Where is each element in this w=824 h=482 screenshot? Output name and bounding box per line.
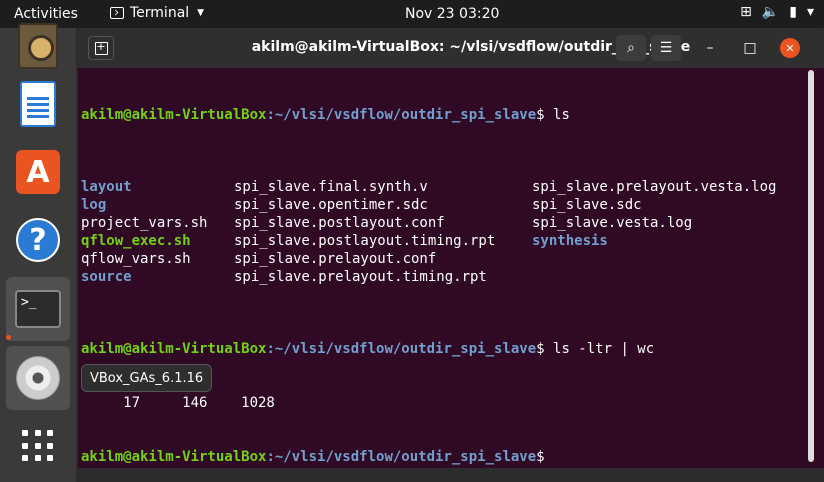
scrollbar[interactable]: [808, 70, 814, 462]
file-entry: qflow_exec.sh: [81, 233, 191, 249]
search-button[interactable]: ⌕: [616, 35, 646, 61]
file-entry: spi_slave.postlayout.conf: [234, 215, 445, 231]
dock-item-software[interactable]: A: [6, 140, 70, 204]
listing-row: project_vars.sh spi_slave.postlayout.conf…: [81, 214, 801, 232]
running-indicator: [6, 335, 11, 340]
file-entry: qflow_vars.sh: [81, 251, 191, 267]
search-icon: ⌕: [627, 40, 635, 56]
speaker-icon: [18, 23, 58, 69]
network-icon: ⊞: [740, 4, 752, 20]
desktop-tooltip: VBox_GAs_6.1.16: [81, 364, 213, 392]
prompt-line: akilm@akilm-VirtualBox:~/vlsi/vsdflow/ou…: [81, 341, 655, 357]
file-entry: spi_slave.sdc: [532, 197, 642, 213]
prompt-line: akilm@akilm-VirtualBox:~/vlsi/vsdflow/ou…: [81, 449, 554, 465]
dock-item-help[interactable]: ?: [6, 208, 70, 272]
minimize-icon: –: [706, 40, 714, 56]
help-icon: ?: [16, 218, 60, 262]
hamburger-icon: ☰: [659, 40, 673, 56]
file-entry: spi_slave.final.synth.v: [234, 179, 428, 195]
shopping-bag-icon: A: [16, 150, 60, 194]
file-entry: spi_slave.prelayout.timing.rpt: [234, 269, 487, 285]
dock-item-writer[interactable]: [6, 72, 70, 136]
file-entry: spi_slave.vesta.log: [532, 215, 693, 231]
chevron-down-icon: ▾: [806, 4, 814, 20]
dvd-icon: [16, 356, 60, 400]
listing-row: qflow_vars.sh spi_slave.prelayout.conf: [81, 250, 801, 268]
listing-row: source spi_slave.prelayout.timing.rpt: [81, 268, 801, 286]
listing-row: qflow_exec.sh spi_slave.postlayout.timing…: [81, 232, 801, 250]
file-entry: spi_slave.postlayout.timing.rpt: [234, 233, 496, 249]
file-entry: spi_slave.prelayout.conf: [234, 251, 437, 267]
terminal-icon: >_: [15, 290, 61, 328]
listing-row: layout spi_slave.final.synth.v spi_slave.p…: [81, 178, 801, 196]
app-menu-label: Terminal: [130, 5, 190, 21]
file-entry: spi_slave.opentimer.sdc: [234, 197, 428, 213]
file-entry: layout: [81, 179, 132, 195]
dock-item-show-apps[interactable]: [6, 414, 70, 478]
file-entry: spi_slave.prelayout.vesta.log: [532, 179, 777, 195]
terminal-output[interactable]: akilm@akilm-VirtualBox:~/vlsi/vsdflow/ou…: [81, 70, 801, 466]
terminal-window: akilm@akilm-VirtualBox: ~/vlsi/vsdflow/o…: [78, 28, 824, 468]
terminal-app-icon: [110, 7, 124, 19]
close-button[interactable]: ✕: [780, 38, 800, 58]
command-text: ls -ltr | wc: [553, 341, 655, 357]
wc-output: 17 146 1028: [81, 395, 275, 411]
app-grid-icon: [22, 430, 54, 462]
file-entry: project_vars.sh: [81, 215, 208, 231]
document-icon: [20, 81, 56, 127]
file-listing: layout spi_slave.final.synth.v spi_slave.p…: [81, 178, 801, 286]
dock: A ? >_: [0, 23, 76, 482]
prompt-line: akilm@akilm-VirtualBox:~/vlsi/vsdflow/ou…: [81, 107, 570, 123]
listing-row: log spi_slave.opentimer.sdc spi_slave.sdc: [81, 196, 801, 214]
battery-icon: ▮: [789, 4, 797, 20]
app-menu[interactable]: Terminal ▼: [110, 5, 204, 21]
dock-item-dvd[interactable]: [6, 346, 70, 410]
file-entry: log: [81, 197, 107, 213]
dock-item-terminal[interactable]: >_: [6, 277, 70, 341]
menu-button[interactable]: ☰: [651, 35, 681, 61]
maximize-icon: □: [743, 40, 757, 56]
volume-icon: 🔈: [761, 4, 780, 20]
file-entry: source: [81, 269, 132, 285]
system-tray[interactable]: ⊞ 🔈 ▮ ▾: [740, 4, 814, 20]
caret-down-icon: ▼: [197, 8, 205, 18]
title-bar[interactable]: akilm@akilm-VirtualBox: ~/vlsi/vsdflow/o…: [78, 28, 824, 68]
maximize-button[interactable]: □: [740, 38, 760, 58]
command-text: ls: [553, 107, 570, 123]
top-bar: Activities Terminal ▼ Nov 23 03:20 ⊞ 🔈 ▮…: [0, 0, 824, 28]
clock[interactable]: Nov 23 03:20: [405, 6, 499, 22]
file-entry: synthesis: [532, 233, 608, 249]
minimize-button[interactable]: –: [700, 38, 720, 58]
dock-item-rhythmbox[interactable]: [6, 14, 70, 78]
close-icon: ✕: [785, 41, 795, 55]
